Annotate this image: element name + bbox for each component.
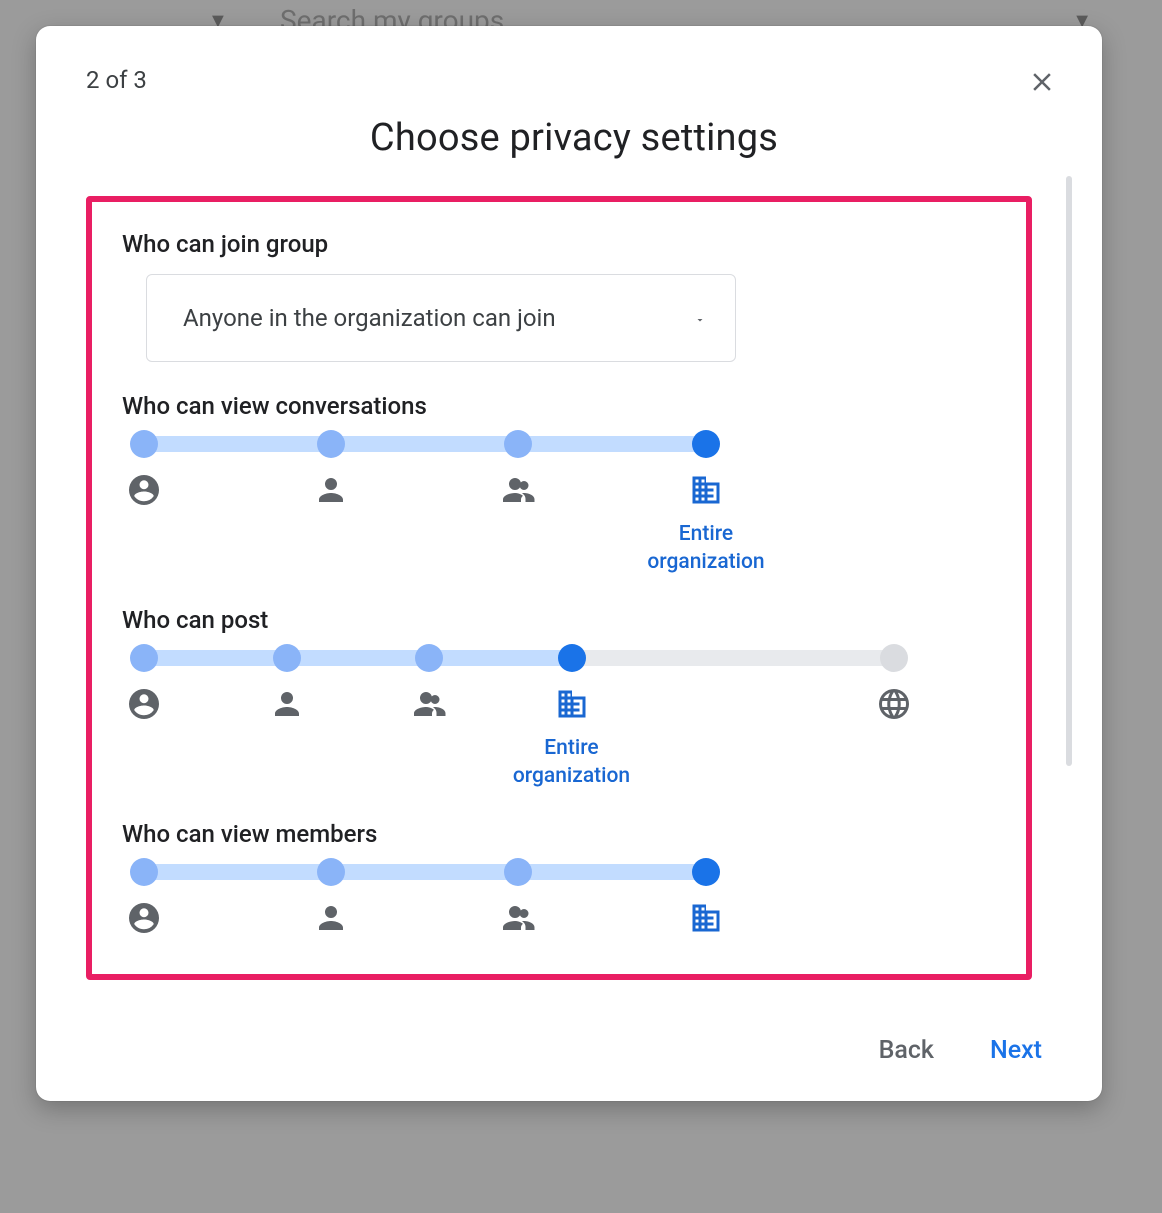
option-organization: Entire organization <box>492 686 652 791</box>
slider-stop-organization[interactable] <box>558 644 586 672</box>
owner-icon <box>126 900 162 936</box>
option-organization-label: Entire organization <box>626 520 786 577</box>
back-button[interactable]: Back <box>875 1030 938 1071</box>
option-members <box>349 686 509 722</box>
view-members-slider[interactable] <box>144 864 706 880</box>
step-indicator: 2 of 3 <box>86 66 1062 94</box>
slider-stop-members[interactable] <box>504 430 532 458</box>
option-managers <box>251 900 411 936</box>
option-managers <box>207 686 367 722</box>
slider-stop-managers[interactable] <box>317 430 345 458</box>
slider-stop-managers[interactable] <box>273 644 301 672</box>
dialog-footer: Back Next <box>36 1006 1102 1071</box>
view-conversations-label: Who can view conversations <box>122 392 996 420</box>
option-organization: Entire organization <box>626 472 786 577</box>
manager-icon <box>313 900 349 936</box>
option-managers <box>251 472 411 508</box>
option-organization <box>626 900 786 936</box>
slider-stop-owners[interactable] <box>130 858 158 886</box>
members-icon <box>500 472 536 508</box>
members-icon <box>500 900 536 936</box>
globe-icon <box>876 686 912 722</box>
scrollbar[interactable] <box>1066 176 1072 766</box>
manager-icon <box>313 472 349 508</box>
slider-stop-owners[interactable] <box>130 644 158 672</box>
option-web <box>814 686 974 722</box>
join-label: Who can join group <box>122 230 996 258</box>
slider-stop-web[interactable] <box>880 644 908 672</box>
option-owners <box>64 686 224 722</box>
option-members <box>438 900 598 936</box>
highlight-annotation: Who can join group Anyone in the organiz… <box>86 196 1032 980</box>
organization-icon <box>688 900 724 936</box>
view-members-label: Who can view members <box>122 820 996 848</box>
next-button[interactable]: Next <box>986 1030 1046 1071</box>
slider-stop-members[interactable] <box>415 644 443 672</box>
dropdown-arrow-icon <box>691 304 709 332</box>
option-organization-label: Entire organization <box>492 734 652 791</box>
slider-stop-managers[interactable] <box>317 858 345 886</box>
view-conversations-slider[interactable] <box>144 436 706 452</box>
owner-icon <box>126 472 162 508</box>
who-can-post-slider[interactable] <box>144 650 894 666</box>
privacy-settings-dialog: 2 of 3 Choose privacy settings Who can j… <box>36 26 1102 1101</box>
option-owners <box>64 472 224 508</box>
post-label: Who can post <box>122 606 996 634</box>
dialog-title: Choose privacy settings <box>86 116 1062 160</box>
organization-icon <box>554 686 590 722</box>
owner-icon <box>126 686 162 722</box>
slider-stop-members[interactable] <box>504 858 532 886</box>
slider-stop-organization[interactable] <box>692 430 720 458</box>
who-can-join-select[interactable]: Anyone in the organization can join <box>146 274 736 362</box>
slider-stop-owners[interactable] <box>130 430 158 458</box>
option-owners <box>64 900 224 936</box>
option-members <box>438 472 598 508</box>
join-select-value: Anyone in the organization can join <box>183 304 556 332</box>
organization-icon <box>688 472 724 508</box>
slider-stop-organization[interactable] <box>692 858 720 886</box>
manager-icon <box>269 686 305 722</box>
members-icon <box>411 686 447 722</box>
